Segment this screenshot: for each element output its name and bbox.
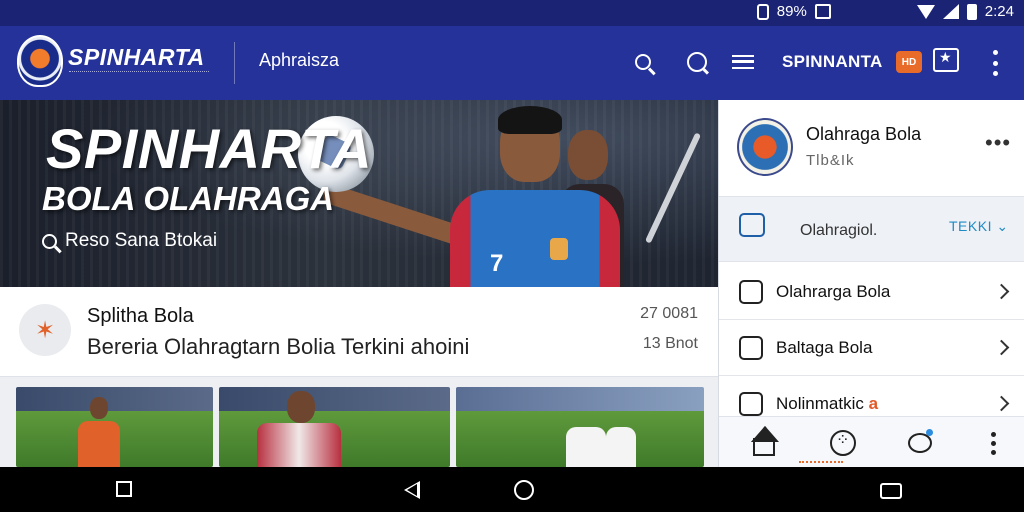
list-item-label: Nolinmatkic a <box>776 393 879 413</box>
filter-row[interactable]: Olahragiol. TEKKI ⌄ <box>719 196 1024 262</box>
news-title: Splitha Bola <box>87 305 194 327</box>
menu-button[interactable] <box>727 46 759 78</box>
side-panel-nav <box>719 416 1024 467</box>
clock: 2:24 <box>984 3 1014 20</box>
hero-player: 7 <box>320 106 630 287</box>
news-body: Bereria Olahragtarn Bolia Terkini ahoini <box>87 334 470 359</box>
star-icon: ✶ <box>19 304 71 356</box>
chevron-right-icon <box>993 283 1010 300</box>
battery-percent: 89% <box>776 3 807 20</box>
vibrate-icon <box>756 3 769 20</box>
home-icon <box>753 438 775 456</box>
hero-search-text: Reso Sana Btokai <box>65 230 218 251</box>
image-icon <box>814 4 831 19</box>
more-button[interactable] <box>979 429 1007 457</box>
chat-icon <box>908 429 933 453</box>
share-icon[interactable] <box>933 48 959 72</box>
list-item-label: Olahrarga Bola <box>776 281 891 301</box>
filter-dropdown[interactable]: TEKKI ⌄ <box>949 218 1009 235</box>
filter-label: Olahragiol. <box>800 222 878 239</box>
bag-icon <box>739 213 765 237</box>
news-time: 13 Bnot <box>642 335 698 352</box>
thumbnail-1[interactable] <box>16 387 213 467</box>
recents-icon[interactable] <box>116 481 132 497</box>
chevron-right-icon <box>993 339 1010 356</box>
side-panel-subtitle: Tlb&Ik <box>806 152 855 169</box>
chat-button[interactable] <box>906 429 934 457</box>
thumbnail-2[interactable] <box>219 387 450 467</box>
club-logo[interactable] <box>737 118 793 176</box>
more-vert-icon <box>990 431 996 455</box>
chevron-right-icon <box>993 395 1010 412</box>
list-item-label: Baltaga Bola <box>776 337 873 357</box>
wifi-icon <box>916 4 935 19</box>
grid-icon <box>739 391 763 416</box>
system-nav-bar <box>0 467 1024 512</box>
apps-button[interactable] <box>829 429 857 457</box>
more-vert-icon[interactable] <box>985 50 1005 76</box>
hero-search[interactable]: Reso Sana Btokai <box>42 230 217 252</box>
list-item-badge: a <box>868 393 879 413</box>
thumbnail-strip <box>0 377 718 467</box>
apps-icon <box>830 430 856 456</box>
home-icon[interactable] <box>514 480 534 500</box>
brand-right-label[interactable]: SPINNANTA <box>782 52 883 72</box>
hero-subtitle: BOLA OLAHRAGA <box>42 180 335 217</box>
list-item[interactable]: Olahrarga Bola <box>719 264 1024 320</box>
side-panel-header: Olahraga Bola Tlb&Ik ••• <box>719 100 1024 196</box>
home-button[interactable] <box>750 429 778 457</box>
calendar-icon <box>739 279 763 304</box>
active-indicator <box>799 461 843 465</box>
search-button[interactable] <box>627 46 659 78</box>
hero-title: SPINHARTA <box>46 117 373 180</box>
divider <box>234 42 235 84</box>
thumbnail-3[interactable] <box>456 387 704 467</box>
search-icon <box>42 233 57 249</box>
check-square-icon <box>739 335 763 360</box>
status-bar: 89% 2:24 <box>0 0 1024 26</box>
rotate-icon[interactable] <box>880 483 902 499</box>
side-panel-title: Olahraga Bola <box>806 124 922 144</box>
brand-logo[interactable] <box>17 35 63 87</box>
back-icon[interactable] <box>404 481 420 499</box>
app-bar: SPINHARTA Aphraisza SPINNANTA HD <box>0 26 1024 100</box>
search-icon <box>635 54 651 70</box>
hd-badge[interactable]: HD <box>896 51 922 73</box>
side-panel-list: Olahrarga Bola Baltaga Bola Nolinmatkic … <box>719 264 1024 432</box>
list-item[interactable]: Baltaga Bola <box>719 320 1024 376</box>
section-title[interactable]: Aphraisza <box>259 50 339 71</box>
chat-search-button[interactable] <box>681 46 713 78</box>
more-horiz-icon[interactable]: ••• <box>985 130 1011 156</box>
brand-tagline <box>69 71 209 75</box>
news-card[interactable]: ✶ Splitha Bola Bereria Olahragtarn Bolia… <box>0 287 718 377</box>
hero-banner[interactable]: 7 SPINHARTA BOLA OLAHRAGA Reso Sana Btok… <box>0 100 718 287</box>
battery-icon <box>966 3 977 20</box>
cellular-icon <box>942 4 959 19</box>
chat-search-icon <box>687 52 707 72</box>
news-date: 27 0081 <box>640 305 698 322</box>
side-panel: Olahraga Bola Tlb&Ik ••• Olahragiol. TEK… <box>718 100 1024 467</box>
menu-icon <box>732 55 754 69</box>
brand-title[interactable]: SPINHARTA <box>68 44 205 71</box>
